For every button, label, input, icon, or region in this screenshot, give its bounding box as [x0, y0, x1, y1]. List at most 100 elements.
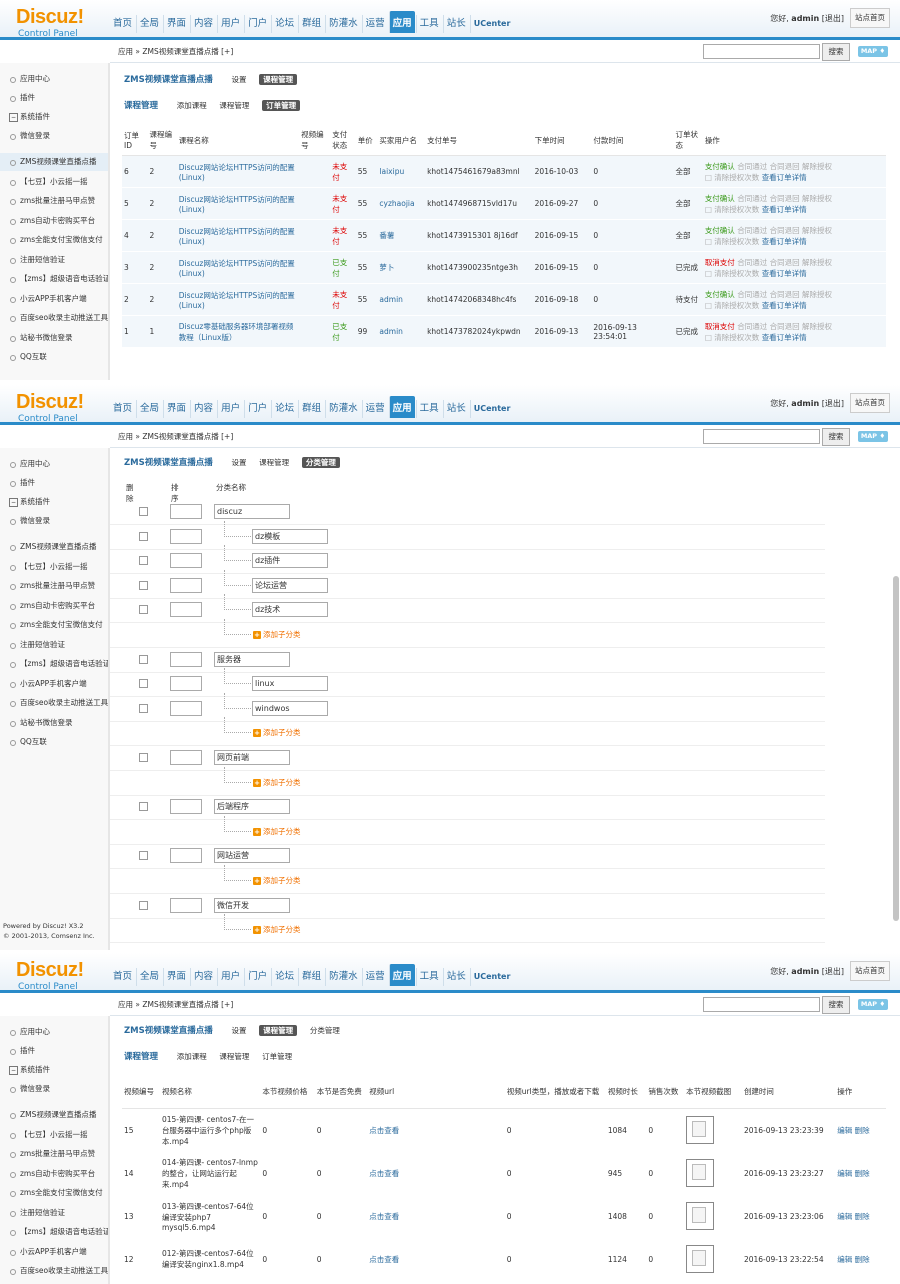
plugin-title[interactable]: ZMS视频课堂直播点播: [124, 75, 213, 85]
order-cell-buyer[interactable]: admin: [377, 315, 426, 348]
delete-checkbox[interactable]: [139, 753, 148, 762]
breadcrumb-path[interactable]: 应用 » ZMS视频课堂直播点播: [118, 1000, 219, 1009]
add-subcategory-link[interactable]: + 添加子分类: [253, 826, 301, 837]
nav-item-9[interactable]: 运营: [361, 15, 388, 33]
nav-item-8[interactable]: 防灌水: [325, 968, 361, 986]
order-cell-buyer[interactable]: 番薯: [377, 219, 426, 252]
nav-item-13[interactable]: UCenter: [469, 968, 514, 986]
action-view-order[interactable]: 查看订单详情: [762, 269, 807, 278]
breadcrumb-path[interactable]: 应用 » ZMS视频课堂直播点播: [118, 432, 219, 441]
delete-checkbox[interactable]: [139, 802, 148, 812]
nav-item-10[interactable]: 应用: [388, 396, 415, 418]
nav-item-7[interactable]: 群组: [298, 968, 324, 986]
delete-checkbox[interactable]: [139, 531, 148, 541]
collapse-icon[interactable]: −: [9, 113, 18, 122]
site-home-button[interactable]: 站点首页: [850, 393, 890, 413]
subcategory-name-input[interactable]: windwos: [252, 700, 328, 716]
scrollbar[interactable]: [893, 576, 899, 921]
screenshot-thumbnail[interactable]: [686, 1202, 715, 1230]
action-revoke-auth[interactable]: 解除授权: [802, 194, 832, 203]
edit-link[interactable]: 编辑: [837, 1169, 852, 1178]
delete-checkbox[interactable]: [139, 900, 148, 910]
category-name-input[interactable]: 服务器: [214, 651, 290, 667]
sidebar-item-0[interactable]: 应用中心: [0, 1023, 108, 1041]
sidebar-item-12[interactable]: 百度seo收录主动推送工具: [0, 694, 108, 712]
delete-checkbox[interactable]: [139, 703, 148, 713]
nav-item-12[interactable]: 站长: [442, 15, 469, 33]
sidebar-item-3[interactable]: 微信登录: [0, 127, 108, 145]
action-revoke-auth[interactable]: 解除授权: [802, 322, 832, 331]
action-contract-return[interactable]: 合同退回: [770, 226, 800, 235]
screenshot-thumbnail[interactable]: [686, 1245, 715, 1273]
order-input[interactable]: [170, 504, 202, 519]
action-view-order[interactable]: 查看订单详情: [762, 333, 807, 342]
nav-item-7[interactable]: 群组: [298, 15, 324, 33]
nav-item-11[interactable]: 工具: [415, 400, 442, 418]
nav-item-5[interactable]: 门户: [244, 968, 270, 986]
sidebar-item-5[interactable]: 【七豆】小云摇一摇: [0, 1126, 108, 1144]
sidebar-item-6[interactable]: zms批量注册马甲点赞: [0, 577, 108, 595]
subtab-course-manage[interactable]: 课程管理: [219, 1052, 249, 1061]
screenshot-thumbnail[interactable]: [686, 1159, 715, 1187]
sidebar-item-1[interactable]: 插件: [0, 474, 108, 492]
add-subcategory-link[interactable]: + 添加子分类: [253, 875, 301, 886]
nav-item-5[interactable]: 门户: [244, 400, 270, 418]
order-input[interactable]: [170, 602, 202, 618]
sidebar-item-13[interactable]: 站秘书微信登录: [0, 329, 108, 347]
order-cell-name[interactable]: Discuz网站论坛HTTPS访问的配置(Linux): [176, 283, 300, 316]
action-clear-auth-count[interactable]: 清除授权次数: [714, 205, 759, 214]
map-button[interactable]: MAP ♦: [858, 999, 888, 1010]
nav-item-0[interactable]: 首页: [110, 968, 135, 986]
category-name-input[interactable]: 后端程序: [214, 799, 290, 815]
sidebar-item-9[interactable]: 注册短信验证: [0, 1204, 108, 1222]
sidebar-item-14[interactable]: QQ互联: [0, 348, 108, 366]
sidebar-item-7[interactable]: zms自动卡密购买平台: [0, 212, 108, 230]
nav-item-5[interactable]: 门户: [244, 15, 270, 33]
order-input[interactable]: [170, 700, 202, 716]
nav-item-0[interactable]: 首页: [110, 400, 135, 418]
subcategory-name-input[interactable]: dz插件: [252, 553, 328, 569]
delete-link[interactable]: 删除: [855, 1255, 870, 1264]
nav-item-10[interactable]: 应用: [388, 964, 415, 986]
order-input[interactable]: [170, 651, 202, 667]
action-view-order[interactable]: 查看订单详情: [762, 205, 807, 214]
tab-course[interactable]: 课程管理: [259, 1025, 298, 1036]
action-view-order[interactable]: 查看订单详情: [762, 301, 807, 310]
discuz-logo[interactable]: Discuz! Control Panel: [16, 6, 111, 39]
tab-category[interactable]: 分类管理: [310, 1026, 340, 1035]
order-input[interactable]: [170, 528, 202, 544]
action-contract-return[interactable]: 合同退回: [770, 290, 800, 299]
action-toggle-payment[interactable]: 取消支付: [705, 322, 735, 331]
search-input[interactable]: [703, 429, 820, 444]
sidebar-item-11[interactable]: 小云APP手机客户端: [0, 1243, 108, 1261]
sidebar-item-8[interactable]: zms全能支付宝微信支付: [0, 1184, 108, 1202]
action-toggle-payment[interactable]: 支付确认: [705, 290, 735, 299]
breadcrumb-add[interactable]: [+]: [221, 432, 233, 441]
order-input[interactable]: [170, 799, 202, 815]
subcategory-name-input[interactable]: linux: [252, 676, 328, 692]
sidebar-item-9[interactable]: 注册短信验证: [0, 636, 108, 654]
action-contract-approve[interactable]: 合同通过: [737, 194, 767, 203]
sidebar-item-7[interactable]: zms自动卡密购买平台: [0, 1165, 108, 1183]
nav-item-4[interactable]: 用户: [217, 400, 243, 418]
action-clear-auth-count[interactable]: 清除授权次数: [714, 237, 759, 246]
action-contract-approve[interactable]: 合同通过: [737, 258, 767, 267]
sidebar-item-4[interactable]: ZMS视频课堂直播点播: [0, 538, 108, 556]
nav-item-12[interactable]: 站长: [442, 400, 469, 418]
action-contract-return[interactable]: 合同退回: [770, 258, 800, 267]
order-input[interactable]: [170, 897, 202, 913]
sidebar-item-11[interactable]: 小云APP手机客户端: [0, 675, 108, 693]
video-url-link[interactable]: 点击查看: [367, 1237, 505, 1281]
edit-link[interactable]: 编辑: [837, 1126, 852, 1135]
sidebar-item-3[interactable]: 微信登录: [0, 512, 108, 530]
category-name-input[interactable]: 网页前端: [214, 750, 290, 765]
sidebar-item-9[interactable]: 注册短信验证: [0, 251, 108, 269]
order-cell-buyer[interactable]: laixipu: [377, 155, 426, 188]
nav-item-11[interactable]: 工具: [415, 15, 442, 33]
collapse-icon[interactable]: −: [9, 1066, 18, 1075]
order-input[interactable]: [170, 577, 202, 593]
sidebar-item-2[interactable]: − 系统插件: [0, 493, 108, 511]
sidebar-item-2[interactable]: − 系统插件: [0, 108, 108, 126]
sidebar-item-4[interactable]: ZMS视频课堂直播点播: [0, 153, 108, 171]
breadcrumb-path[interactable]: 应用 » ZMS视频课堂直播点播: [118, 47, 219, 56]
